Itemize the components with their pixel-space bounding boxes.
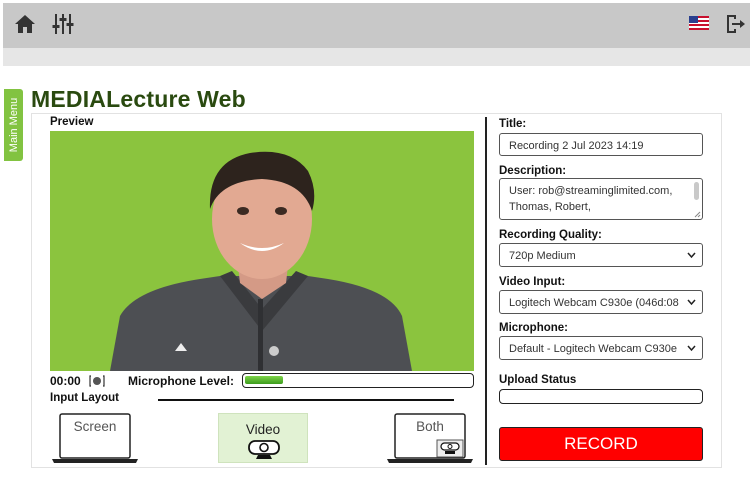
recording-quality-select[interactable]: 720p Medium	[499, 243, 703, 267]
chevron-down-icon	[687, 345, 696, 352]
chevron-down-icon	[687, 252, 696, 259]
recording-quality-value: 720p Medium	[509, 250, 576, 262]
microphone-label: Microphone:	[499, 322, 568, 334]
record-indicator-icon	[89, 375, 105, 387]
video-input-label: Video Input:	[499, 276, 566, 288]
description-scrollbar[interactable]	[694, 182, 699, 200]
title-input[interactable]: Recording 2 Jul 2023 14:19	[499, 133, 703, 156]
microphone-level-label: Microphone Level:	[128, 374, 235, 388]
us-flag-icon[interactable]	[689, 15, 709, 31]
sub-header-bar	[3, 48, 750, 66]
microphone-level-meter	[242, 373, 474, 388]
microphone-value: Default - Logitech Webcam C930e	[509, 343, 677, 355]
webcam-icon	[248, 440, 280, 459]
layout-option-label: Video	[245, 422, 281, 437]
input-layout-label: Input Layout	[50, 392, 119, 404]
page-title: MEDIALecture Web	[31, 86, 246, 112]
layout-option-video[interactable]: Video	[218, 413, 308, 463]
layout-option-screen[interactable]: Screen	[50, 413, 140, 465]
video-input-select[interactable]: Logitech Webcam C930e (046d:08	[499, 290, 703, 314]
home-icon[interactable]	[13, 12, 37, 36]
input-layout-divider	[158, 399, 454, 401]
video-input-value: Logitech Webcam C930e (046d:08	[509, 297, 679, 309]
upload-status-label: Upload Status	[499, 374, 577, 386]
description-textarea[interactable]: User: rob@streaminglimited.com, Thomas, …	[499, 178, 703, 220]
layout-option-label: Screen	[73, 419, 117, 434]
preview-label: Preview	[50, 116, 94, 128]
sliders-icon[interactable]	[51, 12, 75, 36]
resize-grip-icon[interactable]	[694, 211, 701, 218]
recording-timer: 00:00	[50, 374, 81, 388]
microphone-select[interactable]: Default - Logitech Webcam C930e	[499, 336, 703, 360]
title-input-value: Recording 2 Jul 2023 14:19	[509, 140, 644, 152]
top-toolbar	[3, 3, 750, 48]
panel-divider	[485, 117, 487, 465]
description-label: Description:	[499, 165, 567, 177]
main-menu-label: Main Menu	[7, 97, 20, 153]
chevron-down-icon	[687, 299, 696, 306]
upload-status-bar	[499, 389, 703, 404]
description-value: User: rob@streaminglimited.com, Thomas, …	[509, 185, 673, 213]
main-menu-tab[interactable]: Main Menu	[4, 89, 23, 161]
microphone-level-fill	[245, 376, 283, 384]
webcam-feed-image	[50, 131, 474, 371]
layout-option-both[interactable]: Both	[385, 413, 475, 465]
app-window: Main Menu MEDIALecture Web Preview 00:00…	[3, 3, 750, 489]
video-preview	[50, 131, 474, 371]
layout-option-label: Both	[416, 419, 444, 434]
record-button[interactable]: RECORD	[499, 427, 703, 461]
title-label: Title:	[499, 118, 527, 130]
logout-icon[interactable]	[723, 12, 747, 36]
recording-quality-label: Recording Quality:	[499, 229, 602, 241]
